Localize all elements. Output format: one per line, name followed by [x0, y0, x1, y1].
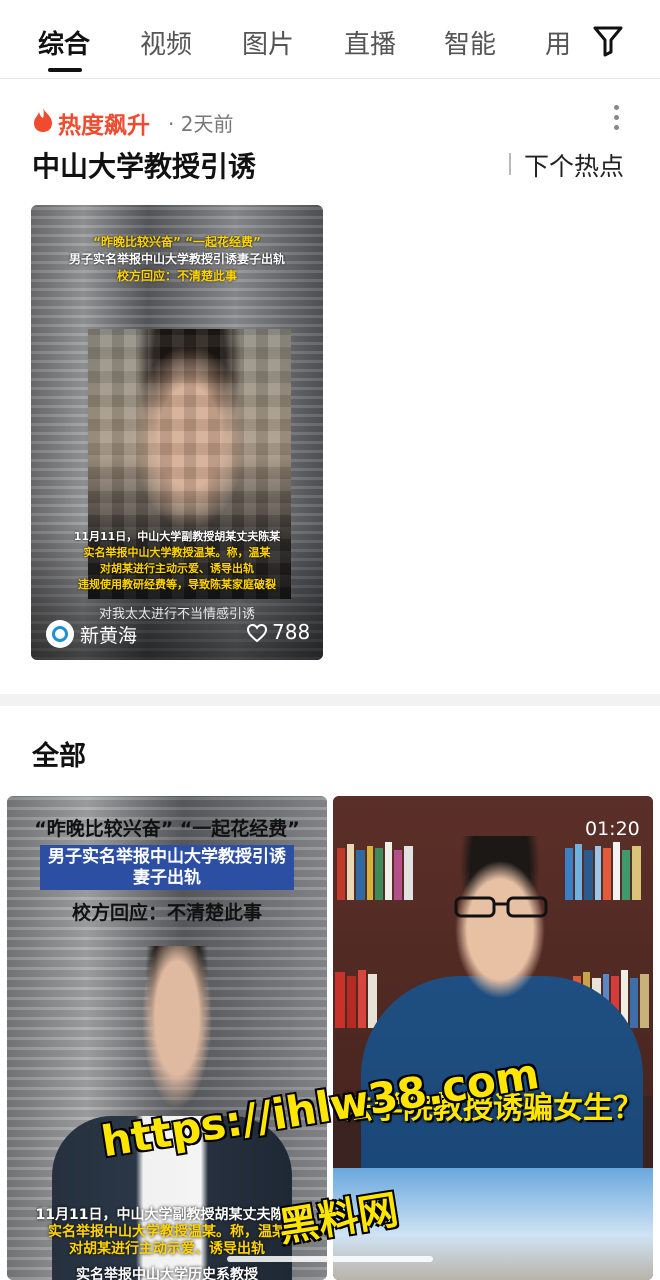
video-caption-line: 男子实名举报中山大学教授引诱妻子出轨 — [68, 252, 285, 266]
tab-images[interactable]: 图片 — [242, 24, 294, 61]
video-subtitle-line: 对胡某进行主动示爱、诱导出轨 — [69, 1241, 265, 1257]
tab-ai[interactable]: 智能 — [444, 24, 496, 61]
author-avatar[interactable] — [46, 620, 74, 648]
hot-video-thumbnail[interactable]: “昨晚比较兴奋” “一起花经费” 男子实名举报中山大学教授引诱妻子出轨 校方回应… — [31, 205, 323, 660]
home-indicator[interactable] — [227, 1256, 433, 1262]
video-subtitle-line: 实名举报中山大学历史系教授 — [76, 1267, 258, 1280]
tab-live[interactable]: 直播 — [344, 24, 396, 61]
funnel-icon[interactable] — [592, 24, 624, 58]
video-subtitle-line: 11月11日，中山大学副教授胡某丈夫陈某 — [73, 530, 281, 543]
more-options-icon[interactable] — [611, 105, 621, 133]
hot-topic-card: 热度飙升 · 2天前 中山大学教授引诱 下个热点 “昨晚比较兴奋” “一起花经费… — [0, 79, 660, 694]
divider — [509, 153, 511, 175]
video-caption-line: 校方回应：不清楚此事 — [71, 902, 262, 924]
caption-banner: 男子实名举报中山大学教授引诱 妻子出轨 — [40, 845, 294, 890]
search-tab-bar: 综合 视频 图片 直播 智能 用 — [0, 0, 660, 79]
banner-line: 妻子出轨 — [133, 868, 201, 888]
video-duration: 01:20 — [585, 818, 640, 840]
video-subtitle-line: 实名举报中山大学教授温某。称，温某 — [83, 546, 271, 559]
video-caption-line: 校方回应：不清楚此事 — [116, 269, 237, 283]
hot-rising-tag: 热度飙升 — [58, 113, 150, 139]
section-title-all: 全部 — [32, 741, 86, 772]
flame-icon — [32, 107, 54, 133]
video-subtitle-line: 违规使用教研经费等，导致陈某家庭破裂 — [78, 578, 276, 591]
banner-line: 男子实名举报中山大学教授引诱 — [48, 847, 286, 867]
tab-comprehensive[interactable]: 综合 — [38, 24, 90, 61]
heart-icon[interactable] — [246, 623, 268, 643]
video-caption-line: “昨晚比较兴奋” “一起花经费” — [93, 235, 261, 249]
like-count: 788 — [272, 620, 311, 644]
active-tab-indicator — [48, 68, 82, 72]
glasses-image — [454, 896, 548, 918]
next-hot-button[interactable]: 下个热点 — [524, 147, 624, 183]
tab-users[interactable]: 用 — [545, 24, 571, 61]
video-subtitle-line: 对胡某进行主动示爱、诱导出轨 — [100, 562, 254, 575]
video-caption-line: “昨晚比较兴奋” “一起花经费” — [34, 818, 300, 840]
person-head — [439, 836, 561, 1006]
section-gap — [0, 694, 660, 706]
hot-topic-title[interactable]: 中山大学教授引诱 — [32, 145, 256, 185]
post-time: · 2天前 — [168, 112, 234, 136]
tab-video[interactable]: 视频 — [140, 24, 192, 61]
author-name[interactable]: 新黄海 — [80, 621, 137, 648]
